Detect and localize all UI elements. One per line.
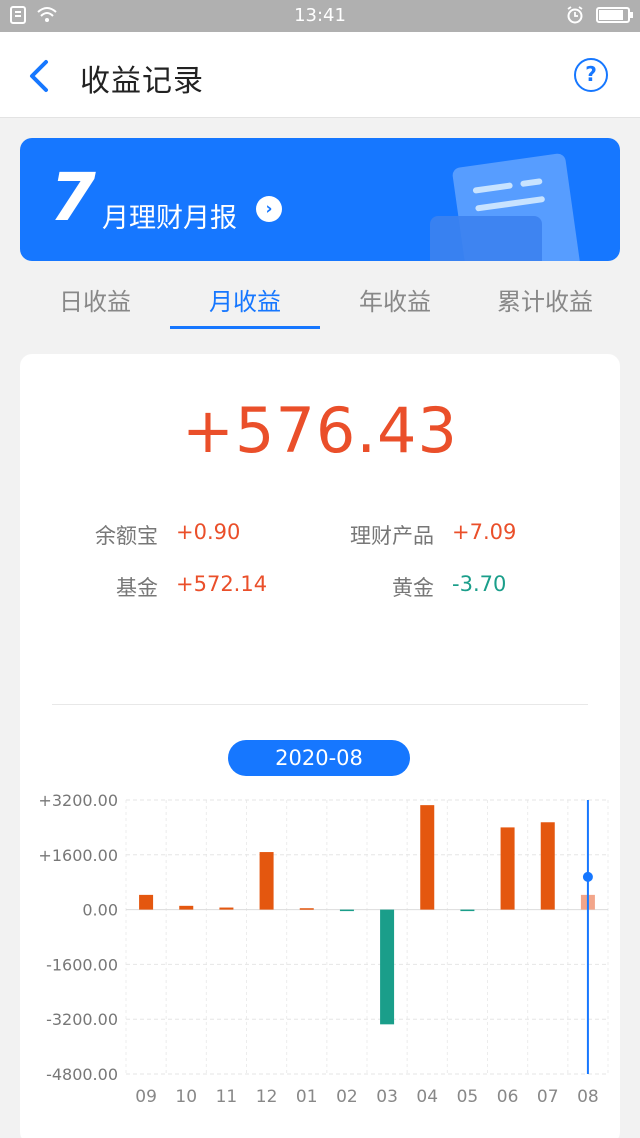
monthly-report-banner[interactable]: 7 月理财月报 › [20, 138, 620, 261]
tab-daily[interactable]: 日收益 [20, 282, 170, 317]
tab-yearly[interactable]: 年收益 [320, 282, 470, 317]
tab-monthly[interactable]: 月收益 [170, 282, 320, 317]
chevron-left-icon [30, 60, 48, 92]
x-tick-label: 12 [256, 1087, 278, 1107]
x-tick-label: 06 [497, 1087, 519, 1107]
x-tick-label: 04 [416, 1087, 438, 1107]
y-tick-label: -3200.00 [46, 1010, 118, 1029]
x-tick-label: 08 [577, 1087, 599, 1107]
back-button[interactable] [22, 56, 58, 96]
battery-icon [596, 7, 633, 23]
chart-bar [380, 909, 395, 1025]
chart-bar [139, 894, 154, 910]
decorative-card-icon [430, 216, 542, 261]
y-tick-label: +1600.00 [38, 846, 118, 865]
chart-bar [339, 909, 354, 912]
y-tick-label: -4800.00 [46, 1065, 118, 1084]
status-icons-right [566, 6, 633, 24]
x-tick-label: 01 [296, 1087, 318, 1107]
active-tab-indicator [170, 326, 320, 329]
chart-bar [179, 905, 194, 910]
help-button[interactable]: ? [574, 58, 608, 92]
chart-bar [420, 805, 435, 910]
page-title: 收益记录 [80, 64, 204, 99]
earnings-card: +576.43 余额宝 +0.90 理财产品 +7.09 基金 +572.14 … [20, 354, 620, 1138]
tab-cumulative[interactable]: 累计收益 [470, 282, 620, 317]
y-tick-label: +3200.00 [38, 791, 118, 810]
monthly-earnings-chart[interactable]: +3200.00 +1600.00 0.00 -1600.00 -3200.00 -480… [20, 354, 620, 1138]
y-tick-label: -1600.00 [46, 955, 118, 974]
report-month-number: 7 [50, 159, 96, 236]
x-tick-label: 11 [216, 1087, 238, 1107]
status-time: 13:41 [294, 5, 346, 26]
chart-bar [259, 852, 274, 910]
chart-bar [460, 909, 475, 912]
alarm-icon [567, 6, 583, 24]
x-tick-label: 02 [336, 1087, 358, 1107]
nav-bar: 收益记录 ? [0, 32, 640, 118]
x-tick-label: 07 [537, 1087, 559, 1107]
earnings-tabs: 日收益 月收益 年收益 累计收益 [20, 270, 620, 330]
chart-bar [299, 908, 314, 910]
x-tick-label: 09 [135, 1087, 157, 1107]
chart-bar [500, 827, 515, 910]
selection-dot [582, 871, 593, 882]
x-tick-label: 05 [457, 1087, 479, 1107]
chart-bar [219, 907, 234, 910]
status-bar: 13:41 [0, 0, 640, 32]
report-label: 月理财月报 [102, 203, 237, 234]
y-tick-label: 0.00 [82, 901, 118, 920]
x-tick-label: 10 [175, 1087, 197, 1107]
chevron-right-icon: › [256, 196, 282, 222]
x-tick-label: 03 [376, 1087, 398, 1107]
chart-bar [540, 822, 555, 910]
